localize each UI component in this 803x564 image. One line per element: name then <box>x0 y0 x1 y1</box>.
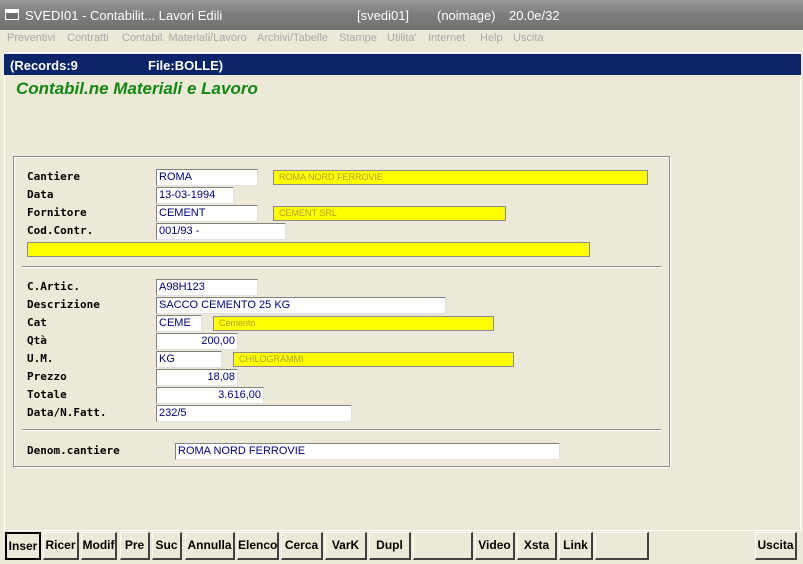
cat-description: Cemento <box>213 316 494 331</box>
denom-cantiere-label: Denom.cantiere <box>27 444 120 457</box>
menu-internet[interactable]: Internet <box>428 32 465 44</box>
denom-cantiere-field[interactable]: ROMA NORD FERROVIE <box>175 443 560 460</box>
menu-utilita[interactable]: Utilita' <box>387 32 417 44</box>
cantiere-field[interactable]: ROMA <box>156 169 258 186</box>
annulla-button[interactable]: Annulla <box>185 532 235 560</box>
pre-button[interactable]: Pre <box>120 532 150 560</box>
app-window-icon[interactable] <box>5 9 19 20</box>
inser-button[interactable]: Inser <box>5 532 41 560</box>
empty-button[interactable] <box>595 532 649 560</box>
qta-label: Qtà <box>27 334 47 347</box>
cod-contr-label: Cod.Contr. <box>27 224 94 237</box>
cantiere-description: ROMA NORD FERROVIE <box>273 170 648 185</box>
totale-label: Totale <box>27 388 67 401</box>
um-label: U.M. <box>27 352 54 365</box>
menu-archivi-tabelle[interactable]: Archivi/Tabelle <box>257 32 328 44</box>
window-user: [svedi01] <box>357 8 410 23</box>
page-title: Contabil.ne Materiali e Lavoro <box>16 79 258 98</box>
link-button[interactable]: Link <box>559 532 593 560</box>
xsta-button[interactable]: Xsta <box>517 532 557 560</box>
c-artic-label: C.Artic. <box>27 280 80 293</box>
menu-contratti[interactable]: Contratti <box>67 32 109 44</box>
prezzo-field[interactable]: 18,08 <box>156 369 238 386</box>
cat-field[interactable]: CEME <box>156 315 202 332</box>
menu-bar: Preventivi Contratti Contabil. Materiali… <box>0 30 803 49</box>
title-bar: SVEDI01 - Contabilit... Lavori Edili [sv… <box>0 0 803 30</box>
menu-preventivi[interactable]: Preventivi <box>7 32 55 44</box>
record-status-bar: (Records:9 File:BOLLE) <box>4 54 801 75</box>
prezzo-label: Prezzo <box>27 370 67 383</box>
ricer-button[interactable]: Ricer <box>43 532 79 560</box>
um-field[interactable]: KG <box>156 351 222 368</box>
data-label: Data <box>27 188 54 201</box>
modif-button[interactable]: Modif <box>81 532 117 560</box>
empty-button[interactable] <box>413 532 473 560</box>
cod-contr-description <box>27 242 590 257</box>
menu-contabil-materiali-lavoro[interactable]: Contabil. Materiali/Lavoro <box>122 32 247 44</box>
dupl-button[interactable]: Dupl <box>369 532 411 560</box>
uscita-button[interactable]: Uscita <box>755 532 797 560</box>
window-version: 20.0e/32 <box>509 8 560 23</box>
vark-button[interactable]: VarK <box>325 532 367 560</box>
menu-stampe[interactable]: Stampe <box>339 32 377 44</box>
data-fatt-field[interactable]: 232/5 <box>156 405 352 422</box>
records-count: (Records:9 <box>10 58 78 73</box>
window-image: (noimage) <box>437 8 496 23</box>
menu-uscita[interactable]: Uscita <box>513 32 544 44</box>
data-field[interactable]: 13-03-1994 <box>156 187 234 204</box>
button-bar: Inser Ricer Modif Pre Suc Annulla Elenco… <box>0 531 803 564</box>
data-fatt-label: Data/N.Fatt. <box>27 406 107 419</box>
cat-label: Cat <box>27 316 47 329</box>
cantiere-label: Cantiere <box>27 170 80 183</box>
descrizione-label: Descrizione <box>27 298 100 311</box>
file-name: File:BOLLE) <box>148 58 224 73</box>
descrizione-field[interactable]: SACCO CEMENTO 25 KG <box>156 297 446 314</box>
section-divider <box>22 266 661 268</box>
cod-contr-field[interactable]: 001/93 - <box>156 223 286 240</box>
window-title: SVEDI01 - Contabilit... Lavori Edili <box>25 8 223 23</box>
suc-button[interactable]: Suc <box>152 532 182 560</box>
section-divider <box>22 429 661 431</box>
um-description: CHILOGRAMMI <box>233 352 514 367</box>
qta-field[interactable]: 200,00 <box>156 333 238 350</box>
menu-help[interactable]: Help <box>480 32 503 44</box>
fornitore-field[interactable]: CEMENT <box>156 205 258 222</box>
cerca-button[interactable]: Cerca <box>281 532 323 560</box>
video-button[interactable]: Video <box>475 532 515 560</box>
fornitore-description: CEMENT SRL <box>273 206 506 221</box>
c-artic-field[interactable]: A98H123 <box>156 279 258 296</box>
elenco-button[interactable]: Elenco <box>237 532 279 560</box>
fornitore-label: Fornitore <box>27 206 87 219</box>
totale-field[interactable]: 3.616,00 <box>156 387 264 404</box>
